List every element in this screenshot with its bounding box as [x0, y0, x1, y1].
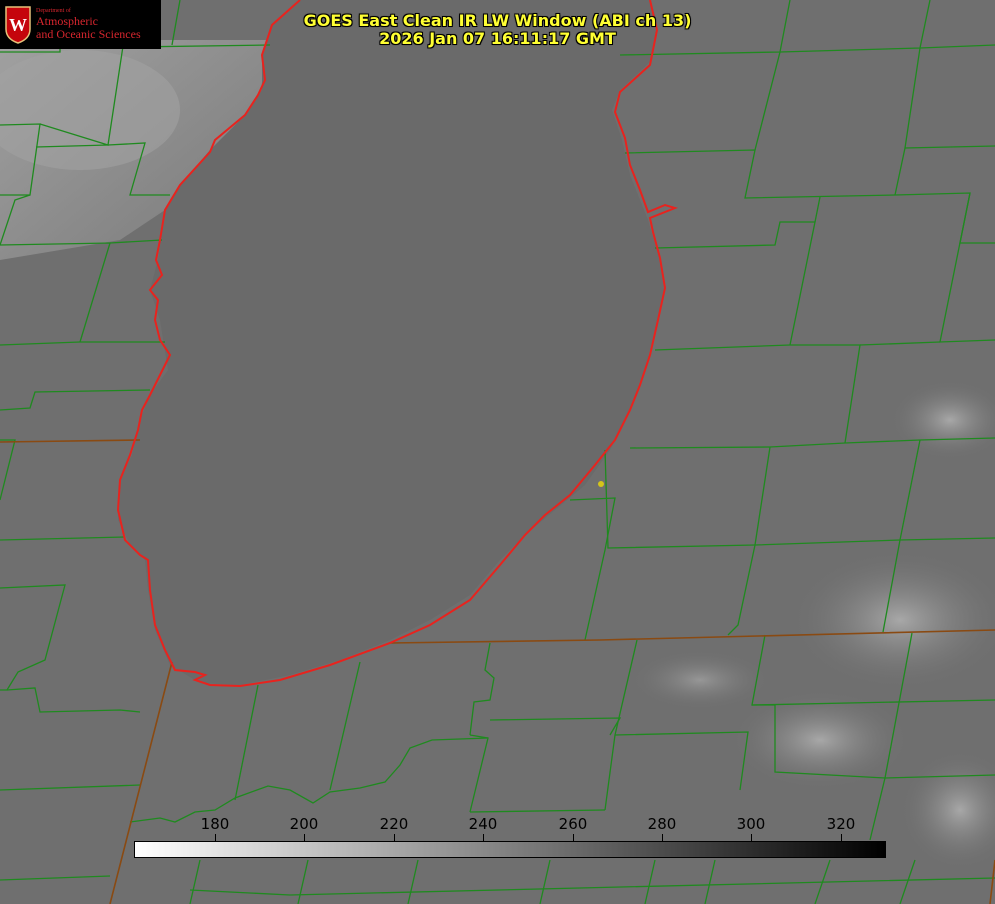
crest-letter: W: [9, 15, 27, 35]
colorbar-tick: [215, 834, 216, 842]
temperature-colorbar: [134, 841, 886, 858]
cloud-patch-south: [630, 650, 770, 710]
colorbar-tick-label: 260: [558, 815, 588, 833]
colorbar-tick: [394, 834, 395, 842]
colorbar-tick: [304, 834, 305, 842]
colorbar-tick: [841, 834, 842, 842]
uw-crest-icon: W: [5, 5, 31, 44]
logo-line-oceanic: and Oceanic Sciences: [36, 27, 141, 41]
satellite-map-view: GOES East Clean IR LW Window (ABI ch 13)…: [0, 0, 995, 904]
uw-aos-logo: W Department of Atmospheric and Oceanic …: [0, 0, 161, 49]
colorbar-tick: [751, 834, 752, 842]
colorbar-tick-label: 320: [826, 815, 856, 833]
logo-text: Department of Atmospheric and Oceanic Sc…: [36, 8, 141, 41]
colorbar-tick-label: 280: [647, 815, 677, 833]
colorbar-tick: [573, 834, 574, 842]
colorbar-tick-label: 240: [468, 815, 498, 833]
colorbar-tick-label: 300: [736, 815, 766, 833]
map-canvas: [0, 0, 995, 904]
colorbar-tick-label: 220: [379, 815, 409, 833]
colorbar-tick: [483, 834, 484, 842]
colorbar-tick: [662, 834, 663, 842]
colorbar-tick-label: 180: [200, 815, 230, 833]
colorbar-tick-label: 200: [289, 815, 319, 833]
location-marker: [598, 481, 604, 487]
